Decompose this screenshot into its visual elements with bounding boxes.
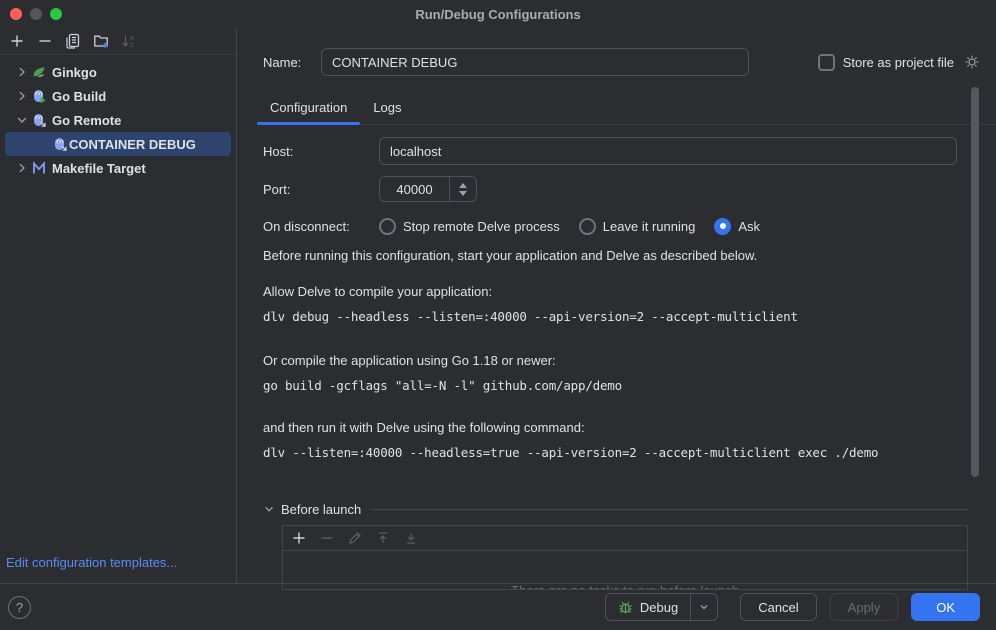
store-settings-gear-icon[interactable] <box>964 54 980 70</box>
sidebar-item-container-debug[interactable]: CONTAINER DEBUG <box>5 132 231 156</box>
debug-split-button[interactable]: Debug <box>605 593 718 621</box>
cancel-button[interactable]: Cancel <box>740 593 816 621</box>
tree-item-label: Go Build <box>52 89 106 104</box>
titlebar: Run/Debug Configurations <box>0 0 996 28</box>
host-label: Host: <box>263 144 379 159</box>
chevron-right-icon[interactable] <box>13 88 31 104</box>
tree-item-label: Go Remote <box>52 113 121 128</box>
radio-leave-it-running[interactable]: Leave it running <box>579 218 696 235</box>
name-label: Name: <box>263 55 321 70</box>
sidebar-item-makefile-target[interactable]: Makefile Target <box>5 156 231 180</box>
new-folder-icon[interactable] <box>89 30 113 52</box>
tab-logs[interactable]: Logs <box>360 91 414 124</box>
tree-item-label: Ginkgo <box>52 65 97 80</box>
edit-configuration-templates-link[interactable]: Edit configuration templates... <box>0 555 236 583</box>
command-line: dlv --listen=:40000 --headless=true --ap… <box>263 443 996 463</box>
intro-text: Before running this configuration, start… <box>263 246 996 266</box>
scrollbar-thumb[interactable] <box>971 87 979 477</box>
debug-button[interactable]: Debug <box>606 594 690 620</box>
instruction-text: Or compile the application using Go 1.18… <box>263 351 996 371</box>
close-button[interactable] <box>10 8 22 20</box>
radio-label: Ask <box>738 219 760 234</box>
remove-icon[interactable] <box>315 527 339 549</box>
port-label: Port: <box>263 182 379 197</box>
instruction-text: and then run it with Delve using the fol… <box>263 418 996 438</box>
tree-item-label: CONTAINER DEBUG <box>69 137 196 152</box>
configuration-panel: Name: Store as project file Configuratio… <box>237 28 996 583</box>
store-as-project-file-label: Store as project file <box>843 55 954 70</box>
svg-text:a: a <box>130 35 134 42</box>
section-rule <box>369 509 968 510</box>
bug-icon <box>618 600 633 615</box>
help-button[interactable]: ? <box>8 596 31 619</box>
port-value[interactable]: 40000 <box>380 182 449 197</box>
move-up-icon[interactable] <box>371 527 395 549</box>
ok-button[interactable]: OK <box>911 593 980 621</box>
makefile-icon <box>31 160 47 176</box>
tab-strip: Configuration Logs <box>257 91 996 125</box>
window-controls <box>10 8 62 20</box>
instruction-text: Allow Delve to compile your application: <box>263 282 996 302</box>
chevron-right-icon[interactable] <box>13 160 31 176</box>
edit-icon[interactable] <box>343 527 367 549</box>
radio-label: Stop remote Delve process <box>403 219 560 234</box>
radio-stop-remote-delve[interactable]: Stop remote Delve process <box>379 218 560 235</box>
chevron-down-icon[interactable] <box>263 503 275 515</box>
before-launch-header[interactable]: Before launch <box>263 499 996 519</box>
chevron-right-icon[interactable] <box>13 64 31 80</box>
dialog-title: Run/Debug Configurations <box>415 7 580 22</box>
debug-dropdown-button[interactable] <box>690 594 717 620</box>
before-launch-title: Before launch <box>281 502 361 517</box>
radio-label: Leave it running <box>603 219 696 234</box>
store-as-project-file-checkbox[interactable] <box>818 54 835 71</box>
run-debug-configurations-dialog: Run/Debug Configurations <box>0 0 996 630</box>
sidebar-item-ginkgo[interactable]: Ginkgo <box>5 60 231 84</box>
svg-text:z: z <box>130 42 133 49</box>
on-disconnect-label: On disconnect: <box>263 219 379 234</box>
sidebar-item-go-build[interactable]: Go Build <box>5 84 231 108</box>
minimize-button <box>30 8 42 20</box>
host-input[interactable] <box>379 137 957 165</box>
configurations-tree: Ginkgo Go Build <box>0 55 236 555</box>
zoom-button[interactable] <box>50 8 62 20</box>
remove-icon[interactable] <box>33 30 57 52</box>
radio-icon[interactable] <box>379 218 396 235</box>
radio-ask[interactable]: Ask <box>714 218 760 235</box>
ginkgo-icon <box>31 64 47 80</box>
command-line: go build -gcflags "all=-N -l" github.com… <box>263 376 996 396</box>
port-spin-buttons[interactable] <box>449 177 476 201</box>
before-launch-toolbar <box>283 526 967 551</box>
tree-item-label: Makefile Target <box>52 161 146 176</box>
go-remote-icon <box>31 112 47 128</box>
move-down-icon[interactable] <box>399 527 423 549</box>
apply-button[interactable]: Apply <box>830 593 899 621</box>
copy-icon[interactable] <box>61 30 85 52</box>
port-spinner[interactable]: 40000 <box>379 176 477 202</box>
go-build-icon <box>31 88 47 104</box>
before-launch-task-list: There are no tasks to run before launch <box>282 525 968 590</box>
before-launch-empty-text: There are no tasks to run before launch <box>283 583 967 590</box>
command-line: dlv debug --headless --listen=:40000 --a… <box>263 307 996 327</box>
dialog-footer: ? Debug Cancel Apply OK <box>0 583 996 630</box>
add-icon[interactable] <box>5 30 29 52</box>
tab-configuration[interactable]: Configuration <box>257 91 360 124</box>
name-input[interactable] <box>321 48 749 76</box>
spin-up-icon[interactable] <box>459 183 467 188</box>
configurations-sidebar: a z Ginkgo <box>0 28 237 583</box>
sort-alphabetically-icon[interactable]: a z <box>117 30 141 52</box>
debug-button-label: Debug <box>640 600 678 615</box>
store-as-project-file-group: Store as project file <box>818 54 980 71</box>
sidebar-item-go-remote[interactable]: Go Remote <box>5 108 231 132</box>
radio-icon[interactable] <box>579 218 596 235</box>
sidebar-toolbar: a z <box>0 28 236 55</box>
add-icon[interactable] <box>287 527 311 549</box>
chevron-down-icon[interactable] <box>13 112 31 128</box>
go-remote-icon <box>52 136 68 152</box>
radio-selected-icon[interactable] <box>714 218 731 235</box>
spin-down-icon[interactable] <box>459 191 467 196</box>
